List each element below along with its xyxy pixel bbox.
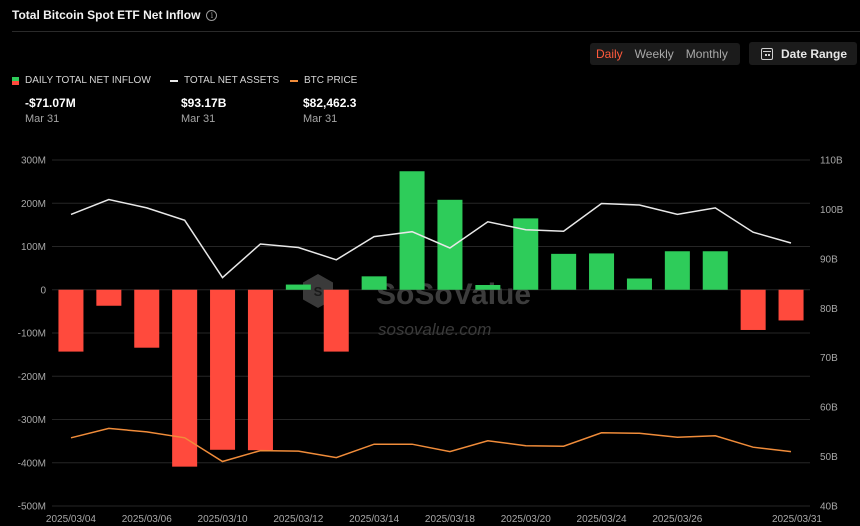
inflow-bar — [740, 289, 766, 330]
period-toggle: Daily Weekly Monthly — [590, 43, 740, 65]
inflow-bar — [58, 289, 84, 352]
legend-item-btc-price[interactable]: BTC PRICE — [290, 75, 357, 86]
right-axis: 110B 100B 90B 80B 70B 60B 50B 40B — [820, 156, 844, 513]
right-tick-label: 40B — [820, 502, 838, 513]
btc-price-swatch-icon — [290, 79, 298, 82]
btc-price-date: Mar 31 — [303, 113, 338, 125]
inflow-bar — [285, 284, 311, 290]
period-daily-button[interactable]: Daily — [590, 47, 629, 61]
date-range-label: Date Range — [781, 46, 848, 61]
inflow-bar — [626, 278, 652, 290]
x-tick-label: 2025/03/18 — [425, 514, 475, 525]
left-tick-label: -300M — [18, 415, 46, 426]
inflow-bar — [361, 276, 387, 290]
x-tick-label: 2025/03/20 — [501, 514, 551, 525]
right-tick-label: 80B — [820, 304, 838, 315]
inflow-bar — [172, 289, 198, 467]
btc-price-value: $82,462.3 — [303, 96, 357, 110]
x-tick-label: 2025/03/14 — [349, 514, 399, 525]
right-tick-label: 60B — [820, 403, 838, 414]
inflow-bar — [134, 289, 160, 348]
legend-label: BTC PRICE — [304, 75, 358, 86]
left-tick-label: -200M — [18, 372, 46, 383]
x-tick-label: 2025/03/06 — [122, 514, 172, 525]
calendar-icon — [761, 47, 773, 60]
inflow-bar — [247, 289, 273, 451]
net-assets-value: $93.17B — [181, 96, 227, 110]
left-tick-label: 300M — [21, 156, 46, 167]
x-tick-label: 2025/03/12 — [273, 514, 323, 525]
period-weekly-button[interactable]: Weekly — [629, 47, 680, 61]
header-divider — [12, 31, 860, 32]
left-tick-label: 200M — [21, 199, 46, 210]
left-tick-label: 100M — [21, 242, 46, 253]
inflow-bar — [210, 289, 236, 450]
chart-header: Total Bitcoin Spot ETF Net Inflow i — [12, 8, 218, 22]
inflow-bar — [399, 171, 425, 290]
page-title: Total Bitcoin Spot ETF Net Inflow — [12, 8, 201, 22]
inflow-bar — [475, 284, 501, 290]
right-tick-label: 90B — [820, 254, 838, 265]
x-tick-label: 2025/03/31 — [772, 514, 822, 525]
left-tick-label: -400M — [18, 458, 46, 469]
right-tick-label: 70B — [820, 353, 838, 364]
watermark-url: sosovalue.com — [378, 320, 491, 339]
x-tick-label: 2025/03/24 — [577, 514, 627, 525]
net-assets-swatch-icon — [170, 79, 178, 82]
left-tick-label: 0 — [40, 285, 46, 296]
left-tick-label: -100M — [18, 329, 46, 340]
net-assets-date: Mar 31 — [181, 113, 216, 125]
period-monthly-button[interactable]: Monthly — [680, 47, 734, 61]
legend-label: TOTAL NET ASSETS — [184, 75, 280, 86]
net-inflow-chart: S SoSoValue sosovalue.com 300M200M100M0-… — [18, 156, 844, 526]
inflow-bar — [778, 289, 804, 321]
right-tick-label: 50B — [820, 452, 838, 463]
date-range-button[interactable]: Date Range — [749, 42, 857, 65]
inflow-bar — [664, 251, 690, 290]
inflow-bar — [589, 253, 615, 290]
inflow-bar — [96, 289, 122, 306]
right-tick-label: 110B — [820, 156, 843, 167]
x-axis: 2025/03/04 2025/03/06 2025/03/10 2025/03/12… — [46, 514, 823, 525]
legend-item-net-inflow[interactable]: DAILY TOTAL NET INFLOW — [12, 75, 151, 86]
legend-item-net-assets[interactable]: TOTAL NET ASSETS — [170, 75, 279, 86]
left-axis: 300M 200M 100M 0 -100M -200M -300M -400M -500M — [18, 156, 47, 513]
inflow-bar — [323, 289, 349, 352]
legend-label: DAILY TOTAL NET INFLOW — [25, 75, 151, 86]
net-inflow-date: Mar 31 — [25, 113, 60, 125]
info-icon[interactable]: i — [206, 9, 218, 21]
x-tick-label: 2025/03/10 — [198, 514, 248, 525]
svg-text:S: S — [314, 284, 323, 299]
inflow-bar — [702, 251, 728, 290]
right-tick-label: 100B — [820, 205, 844, 216]
net-inflow-swatch-icon — [12, 76, 19, 85]
left-tick-label: -500M — [18, 502, 46, 513]
inflow-bar — [551, 253, 577, 290]
net-inflow-value: -$71.07M — [25, 96, 76, 110]
x-tick-label: 2025/03/26 — [652, 514, 702, 525]
x-tick-label: 2025/03/04 — [46, 514, 96, 525]
